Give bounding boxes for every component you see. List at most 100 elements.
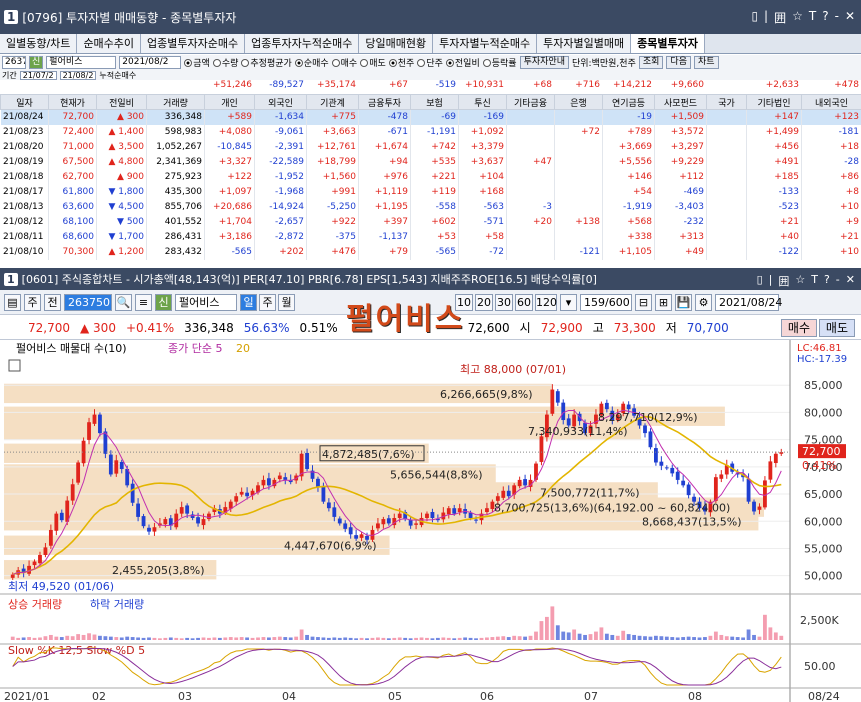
column-header[interactable]: 보험 <box>410 94 459 110</box>
period-1-button[interactable]: 주 <box>259 293 276 311</box>
column-header[interactable]: 전일비 <box>96 94 147 110</box>
table-row[interactable]: 21/08/11 68,600 ▼ 1,700 286,431 +3,186 -2,872… <box>0 229 861 245</box>
tab-4[interactable]: 당일매매현황 <box>359 34 434 53</box>
column-header[interactable]: 투신 <box>458 94 507 110</box>
stock-code-input[interactable]: 263750 <box>2 56 26 69</box>
menu-icon[interactable]: ▤ <box>4 293 21 311</box>
volume-bar <box>54 636 59 640</box>
column-header[interactable]: 기관계 <box>306 94 359 110</box>
gear-icon[interactable]: ⚙ <box>695 293 712 311</box>
tick-dropdown-icon[interactable]: ▾ <box>560 293 577 311</box>
chart-date-input[interactable]: 2021/08/24 <box>715 293 782 311</box>
table-row[interactable]: 21/08/12 68,100 ▼ 500 401,552 +1,704 -2,657 +9… <box>0 214 861 230</box>
stock-chart[interactable]: 펄어비스 매물대 수(10) 종가 단순 5 20 LC:46.81HC:-17.39… <box>0 340 861 702</box>
column-header[interactable]: 사모펀드 <box>654 94 707 110</box>
settings-icon[interactable]: ≡ <box>135 293 152 311</box>
all-dropdown[interactable]: 전 <box>44 293 61 311</box>
column-header[interactable]: 외국인 <box>254 94 307 110</box>
tick-20-button[interactable]: 20 <box>475 293 493 311</box>
stock-name-field[interactable]: 펄어비스 <box>46 56 117 69</box>
column-header[interactable]: 개인 <box>204 94 255 110</box>
table-row[interactable]: 21/08/24 72,700 ▲ 300 336,348 +589 -1,634 +775… <box>0 109 861 125</box>
column-header[interactable]: 일자 <box>0 94 49 110</box>
column-header[interactable]: 내외국인 <box>801 94 861 110</box>
radio-radios2-1[interactable]: 매수 <box>331 56 358 69</box>
radio-radios1-0[interactable]: 금액 <box>184 56 210 69</box>
star-icon[interactable]: ☆ <box>795 273 805 289</box>
tab-3[interactable]: 업종투자자누적순매수 <box>245 34 360 53</box>
sell-button[interactable]: 매도 <box>818 319 855 337</box>
tick-30-button[interactable]: 30 <box>495 293 513 311</box>
column-header[interactable]: 기타금융 <box>506 94 555 110</box>
column-header[interactable]: 거래량 <box>146 94 205 110</box>
layout-icon[interactable]: 囲 <box>778 273 789 289</box>
text-icon[interactable]: T <box>811 273 818 289</box>
table-row[interactable]: 21/08/10 70,300 ▲ 1,200 283,432 -565 +202 +476… <box>0 244 861 260</box>
period-2-button[interactable]: 월 <box>278 293 295 311</box>
query-button[interactable]: 조회 <box>638 56 664 69</box>
column-header[interactable]: 국가 <box>706 94 747 110</box>
close-icon[interactable]: ✕ <box>845 9 855 26</box>
minimize-icon[interactable]: - <box>835 9 839 26</box>
buy-button[interactable]: 매수 <box>780 319 817 337</box>
grid-toggle-icon[interactable] <box>8 359 21 372</box>
radio-radios2-2[interactable]: 매도 <box>360 56 386 69</box>
investor-guide-button[interactable]: 투자자안내 <box>519 56 569 69</box>
chart-code-input[interactable]: 263750 <box>64 293 112 311</box>
radio-radios3-0[interactable]: 천주 <box>388 56 414 69</box>
restore-icon[interactable]: ▯ <box>751 9 758 26</box>
date-input[interactable]: 2021/08/2 <box>119 56 182 69</box>
radio-label: 매수 <box>340 59 358 69</box>
restore-icon[interactable]: ▯ <box>757 273 763 289</box>
radio-radios1-2[interactable]: 추정평균가 <box>241 56 292 69</box>
chart-stock-name[interactable]: 펄어비스 <box>175 293 237 311</box>
radio-radios2-0[interactable]: 순매수 <box>294 56 329 69</box>
table-cell: +146 <box>602 169 655 185</box>
tick-120-button[interactable]: 120 <box>535 293 557 311</box>
column-header[interactable]: 은행 <box>554 94 603 110</box>
radio-radios4-0[interactable]: 전일비 <box>445 56 480 69</box>
period-to-input[interactable]: 21/08/2 <box>59 70 97 80</box>
zoom-in-icon[interactable]: ⊞ <box>655 293 672 311</box>
tab-0[interactable]: 일별동향/차트 <box>0 34 78 53</box>
bar-count-field[interactable]: 159/600 <box>580 293 632 311</box>
column-header[interactable]: 금융투자 <box>358 94 411 110</box>
zoom-out-icon[interactable]: ⊟ <box>635 293 652 311</box>
table-row[interactable]: 21/08/19 67,500 ▲ 4,800 2,341,369 +3,327 -22,… <box>0 154 861 170</box>
table-cell: +79 <box>358 244 411 260</box>
table-row[interactable]: 21/08/17 61,800 ▼ 1,800 435,300 +1,097 -1,968… <box>0 184 861 200</box>
tick-60-button[interactable]: 60 <box>515 293 533 311</box>
period-from-input[interactable]: 21/07/2 <box>19 70 57 80</box>
table-cell: +185 <box>746 169 802 185</box>
period-0-button[interactable]: 일 <box>240 293 257 311</box>
next-button[interactable]: 다음 <box>666 56 691 69</box>
table-cell: +49 <box>654 244 707 260</box>
close-icon[interactable]: ✕ <box>846 273 855 289</box>
tab-6[interactable]: 투자자별일별매매 <box>537 34 632 53</box>
column-header[interactable]: 기타법인 <box>746 94 802 110</box>
tab-2[interactable]: 업종별투자자순매수 <box>141 34 246 53</box>
chart-button[interactable]: 차트 <box>693 56 719 69</box>
table-row[interactable]: 21/08/13 63,600 ▼ 4,500 855,706 +20,686 -14,9… <box>0 199 861 215</box>
tab-5[interactable]: 투자자별누적순매수 <box>433 34 538 53</box>
layout-icon[interactable]: 囲 <box>774 9 786 26</box>
radio-radios4-1[interactable]: 등락률 <box>482 56 517 69</box>
volume-bar <box>174 637 179 640</box>
save-icon[interactable]: 💾 <box>675 293 692 311</box>
column-header[interactable]: 현재가 <box>48 94 97 110</box>
radio-radios1-1[interactable]: 수량 <box>212 56 238 69</box>
tab-7[interactable]: 종목별투자자 <box>631 34 705 53</box>
radio-radios3-1[interactable]: 단주 <box>417 56 443 69</box>
minimize-icon[interactable]: - <box>836 273 840 289</box>
column-header[interactable]: 연기금등 <box>602 94 655 110</box>
table-row[interactable]: 21/08/18 62,700 ▲ 900 275,923 +122 -1,952 +1,5… <box>0 169 861 185</box>
star-icon[interactable]: ☆ <box>792 9 803 26</box>
stock-type-dropdown[interactable]: 주 <box>24 293 41 311</box>
text-icon[interactable]: T <box>809 9 816 26</box>
tab-1[interactable]: 순매수추이 <box>77 34 142 53</box>
search-icon[interactable]: 🔍 <box>115 293 132 311</box>
help-icon[interactable]: ? <box>822 9 828 26</box>
help-icon[interactable]: ? <box>824 273 830 289</box>
table-row[interactable]: 21/08/23 72,400 ▲ 1,400 598,983 +4,080 -9,061… <box>0 124 861 140</box>
table-row[interactable]: 21/08/20 71,000 ▲ 3,500 1,052,267 -10,845 -2,… <box>0 139 861 155</box>
